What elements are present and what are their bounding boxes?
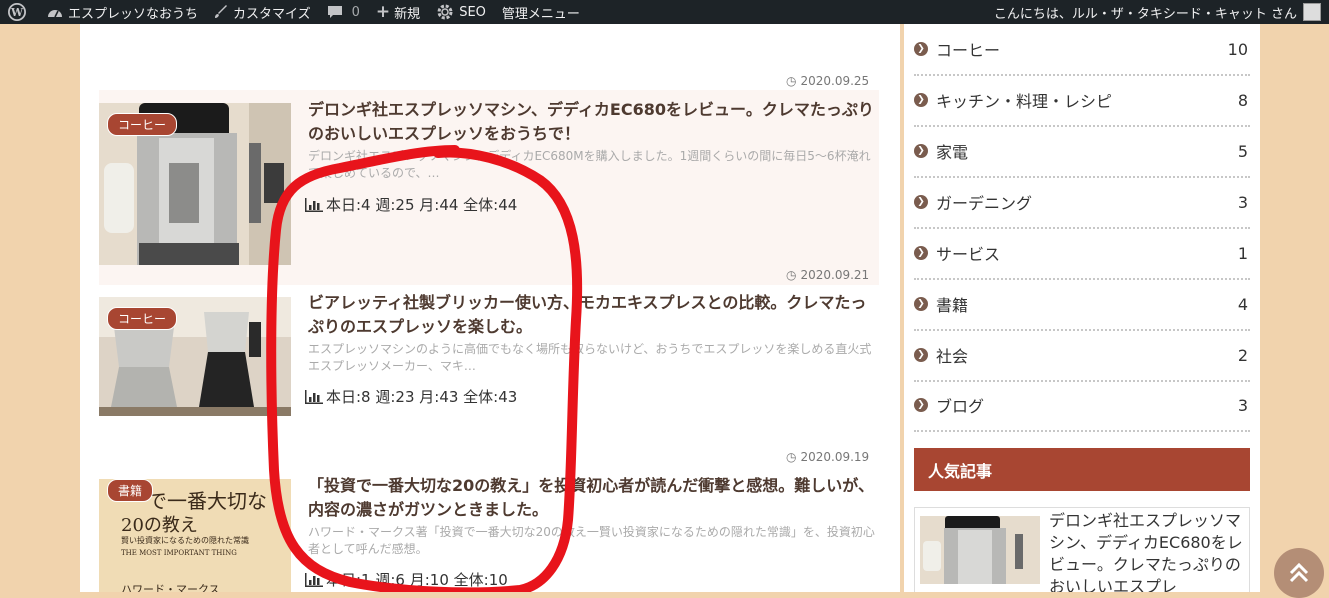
customize-label: カスタマイズ <box>233 6 311 22</box>
bar-chart-icon <box>305 389 323 404</box>
category-item-blog[interactable]: ❯ ブログ 3 <box>914 380 1250 432</box>
bar-chart-icon <box>305 197 323 212</box>
seo-menu[interactable]: SEO <box>428 0 494 24</box>
main-content: ――――――――――――――――――――――――― ◷ 2020.09.25 コ… <box>80 24 900 592</box>
view-stats: 本日:4 週:25 月:44 全体:44 <box>305 194 517 215</box>
popular-post-thumbnail[interactable] <box>920 516 1040 584</box>
wordpress-logo-button[interactable]: W <box>0 0 39 24</box>
user-greeting-menu[interactable]: こんにちは、ルル・ザ・タキシード・キャット さん <box>986 0 1329 24</box>
category-badge[interactable]: コーヒー <box>107 307 178 330</box>
post-title[interactable]: 「投資で一番大切な20の教え」を投資初心者が読んだ衝撃と感想。難しいが、内容の濃… <box>308 474 878 522</box>
espresso-machine-image <box>920 516 1040 584</box>
clock-icon: ◷ <box>786 450 797 464</box>
svg-text:W: W <box>10 6 24 19</box>
category-badge[interactable]: 書籍 <box>107 479 154 502</box>
category-badge[interactable]: コーヒー <box>107 113 178 136</box>
customize-link[interactable]: カスタマイズ <box>206 0 319 24</box>
previous-post-clipped-title: ――――――――――――――――――――――――― <box>100 24 525 32</box>
post-card[interactable]: で一番大切な 20の教え 賢い投資家になるための隠れた常識 THE MOST I… <box>99 470 879 592</box>
category-item-gardening[interactable]: ❯ ガーデニング 3 <box>914 177 1250 229</box>
chevron-right-icon: ❯ <box>914 246 928 260</box>
scroll-to-top-button[interactable] <box>1274 548 1324 598</box>
admin-menu-label: 管理メニュー <box>501 6 580 22</box>
category-item-appliances[interactable]: ❯ 家電 5 <box>914 126 1250 178</box>
double-chevron-up-icon <box>1289 562 1309 583</box>
chevron-right-icon: ❯ <box>914 42 928 56</box>
category-item-society[interactable]: ❯ 社会 2 <box>914 330 1250 382</box>
dashboard-icon <box>48 10 62 18</box>
chevron-right-icon: ❯ <box>914 93 928 107</box>
new-content-link[interactable]: + 新規 <box>368 0 428 24</box>
post-card[interactable]: コーヒー ビアレッティ社製ブリッカー使い方、モカエキスプレスとの比較。クレマたっ… <box>99 286 879 436</box>
site-name-link[interactable]: エスプレッソなおうち <box>39 0 206 24</box>
comments-link[interactable]: 0 <box>319 0 368 24</box>
post-thumbnail[interactable]: コーヒー <box>99 103 291 265</box>
seo-label: SEO <box>459 4 486 20</box>
clock-icon: ◷ <box>786 74 797 88</box>
gear-icon <box>437 4 453 20</box>
category-item-books[interactable]: ❯ 書籍 4 <box>914 279 1250 331</box>
post-thumbnail[interactable]: で一番大切な 20の教え 賢い投資家になるための隠れた常識 THE MOST I… <box>99 479 291 592</box>
avatar <box>1303 3 1321 21</box>
popular-post-item[interactable]: デロンギ社エスプレッソマシン、デディカEC680をレビュー。クレマたっぷりのおい… <box>914 507 1250 592</box>
category-item-services[interactable]: ❯ サービス 1 <box>914 228 1250 280</box>
chevron-right-icon: ❯ <box>914 195 928 209</box>
clock-icon: ◷ <box>786 268 797 282</box>
bar-chart-icon <box>305 572 323 587</box>
category-item-coffee[interactable]: ❯ コーヒー 10 <box>914 24 1250 76</box>
brush-icon <box>215 5 228 18</box>
chevron-right-icon: ❯ <box>914 144 928 158</box>
post-card[interactable]: コーヒー デロンギ社エスプレッソマシン、デディカEC680をレビュー。クレマたっ… <box>99 90 879 285</box>
plus-icon: + <box>375 2 391 22</box>
chevron-right-icon: ❯ <box>914 398 928 412</box>
view-stats: 本日:1 週:6 月:10 全体:10 <box>305 569 508 590</box>
post-date: ◷ 2020.09.21 <box>786 268 870 282</box>
popular-post-title[interactable]: デロンギ社エスプレッソマシン、デディカEC680をレビュー。クレマたっぷりのおい… <box>1049 510 1244 592</box>
wordpress-icon: W <box>8 3 26 21</box>
new-label: 新規 <box>394 6 421 22</box>
user-greeting: こんにちは、ルル・ザ・タキシード・キャット さん <box>993 6 1297 22</box>
category-item-kitchen[interactable]: ❯ キッチン・料理・レシピ 8 <box>914 75 1250 127</box>
admin-menu-link[interactable]: 管理メニュー <box>494 0 588 24</box>
post-date: ◷ 2020.09.19 <box>786 450 870 464</box>
comments-count: 0 <box>351 4 360 20</box>
post-excerpt: エスプレッソマシンのように高価でもなく場所も取らないけど、おうちでエスプレッソを… <box>308 342 872 373</box>
comment-icon <box>327 6 342 18</box>
post-thumbnail[interactable]: コーヒー <box>99 297 291 416</box>
view-stats: 本日:8 週:23 月:43 全体:43 <box>305 386 517 407</box>
site-name: エスプレッソなおうち <box>68 6 199 22</box>
chevron-right-icon: ❯ <box>914 348 928 362</box>
admin-bar: W エスプレッソなおうち カスタマイズ 0 + 新規 SEO 管理メニュー こん… <box>0 0 1329 24</box>
popular-posts-heading: 人気記事 <box>914 448 1250 491</box>
post-date: ◷ 2020.09.25 <box>786 74 870 88</box>
chevron-right-icon: ❯ <box>914 297 928 311</box>
post-title[interactable]: デロンギ社エスプレッソマシン、デディカEC680をレビュー。クレマたっぷりのおい… <box>308 98 878 146</box>
post-excerpt: ハワード・マークス著「投資で一番大切な20の教え一賢い投資家になるための隠れた常… <box>308 525 875 556</box>
post-excerpt: デロンギ社エスプレッソマシン、デディカEC680Mを購入しました。1週間くらいの… <box>308 149 871 180</box>
post-title[interactable]: ビアレッティ社製ブリッカー使い方、モカエキスプレスとの比較。クレマたっぷりのエス… <box>308 291 878 339</box>
sidebar: ❯ コーヒー 10 ❯ キッチン・料理・レシピ 8 ❯ 家電 5 ❯ ガーデニン… <box>904 24 1260 592</box>
